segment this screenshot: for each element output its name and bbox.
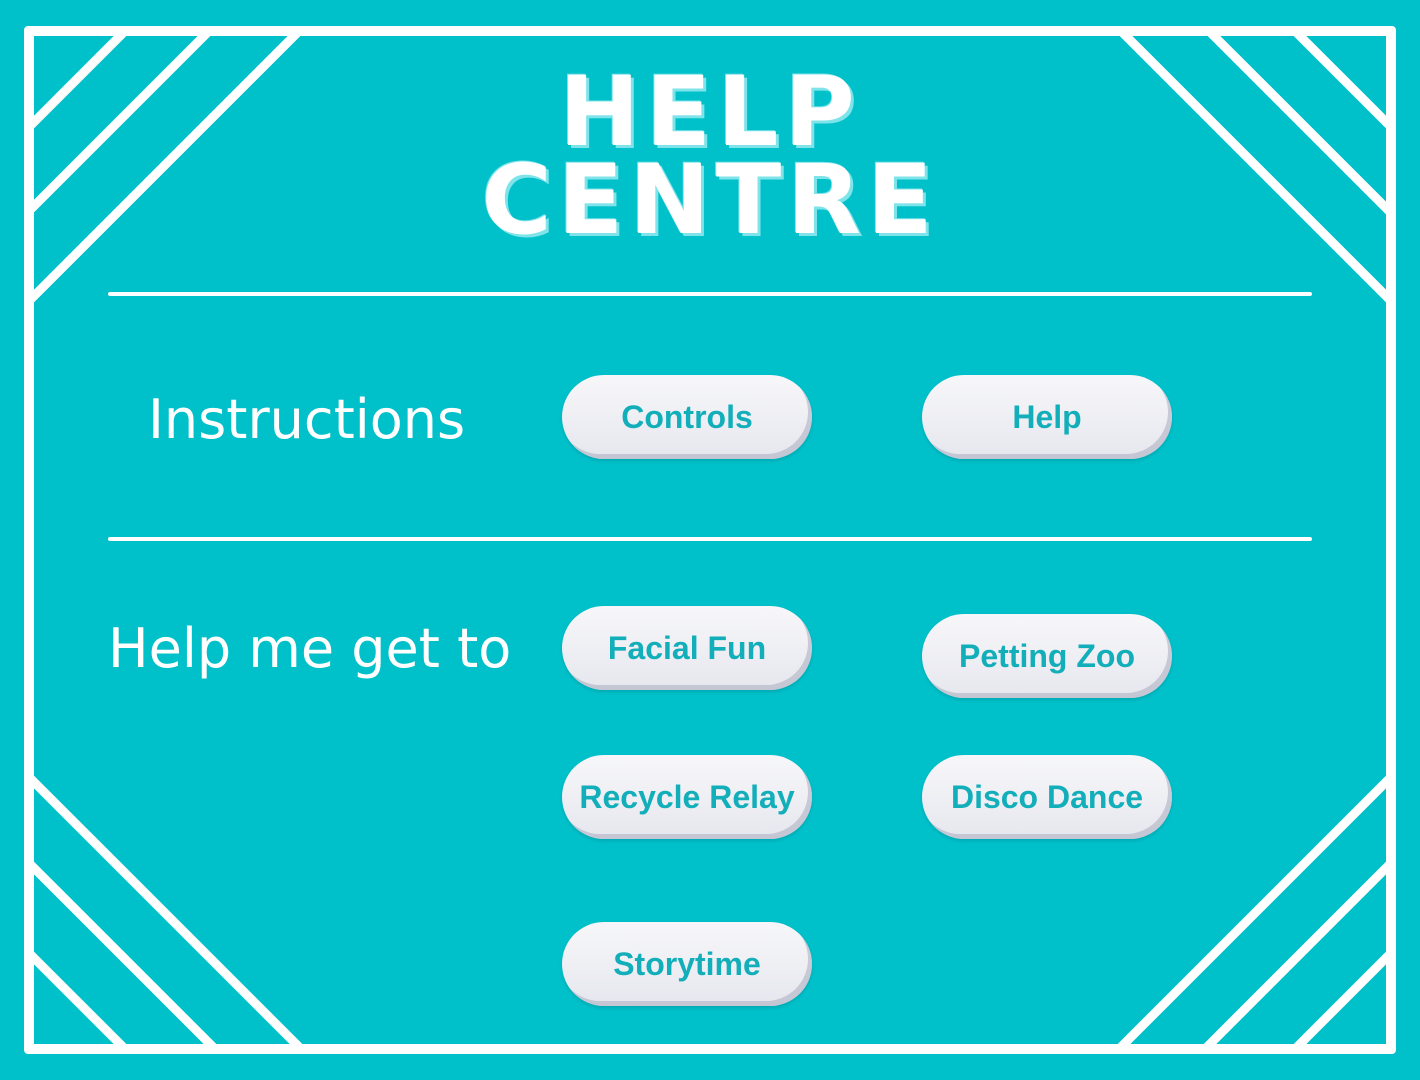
stripe-bottom-right-2 <box>1201 861 1393 1053</box>
title-line-centre: CENTRE <box>481 144 939 256</box>
recycle-relay-button[interactable]: Recycle Relay <box>562 755 812 839</box>
controls-button[interactable]: Controls <box>562 375 812 459</box>
stripe-bottom-right-1 <box>1291 951 1393 1053</box>
stripe-bottom-left-3 <box>27 775 305 1053</box>
help-me-get-to-label: Help me get to <box>108 617 512 680</box>
instructions-label: Instructions <box>148 388 466 451</box>
disco-dance-button[interactable]: Disco Dance <box>922 755 1172 839</box>
stripe-bottom-left-2 <box>27 861 219 1053</box>
petting-zoo-button[interactable]: Petting Zoo <box>922 614 1172 698</box>
divider-middle <box>108 537 1312 541</box>
stripe-bottom-left-1 <box>27 951 129 1053</box>
facial-fun-button[interactable]: Facial Fun <box>562 606 812 690</box>
storytime-button[interactable]: Storytime <box>562 922 812 1006</box>
title-line-help: HELP <box>559 56 861 168</box>
divider-top <box>108 292 1312 296</box>
help-button[interactable]: Help <box>922 375 1172 459</box>
page-title: HELP CENTRE <box>0 56 1420 256</box>
